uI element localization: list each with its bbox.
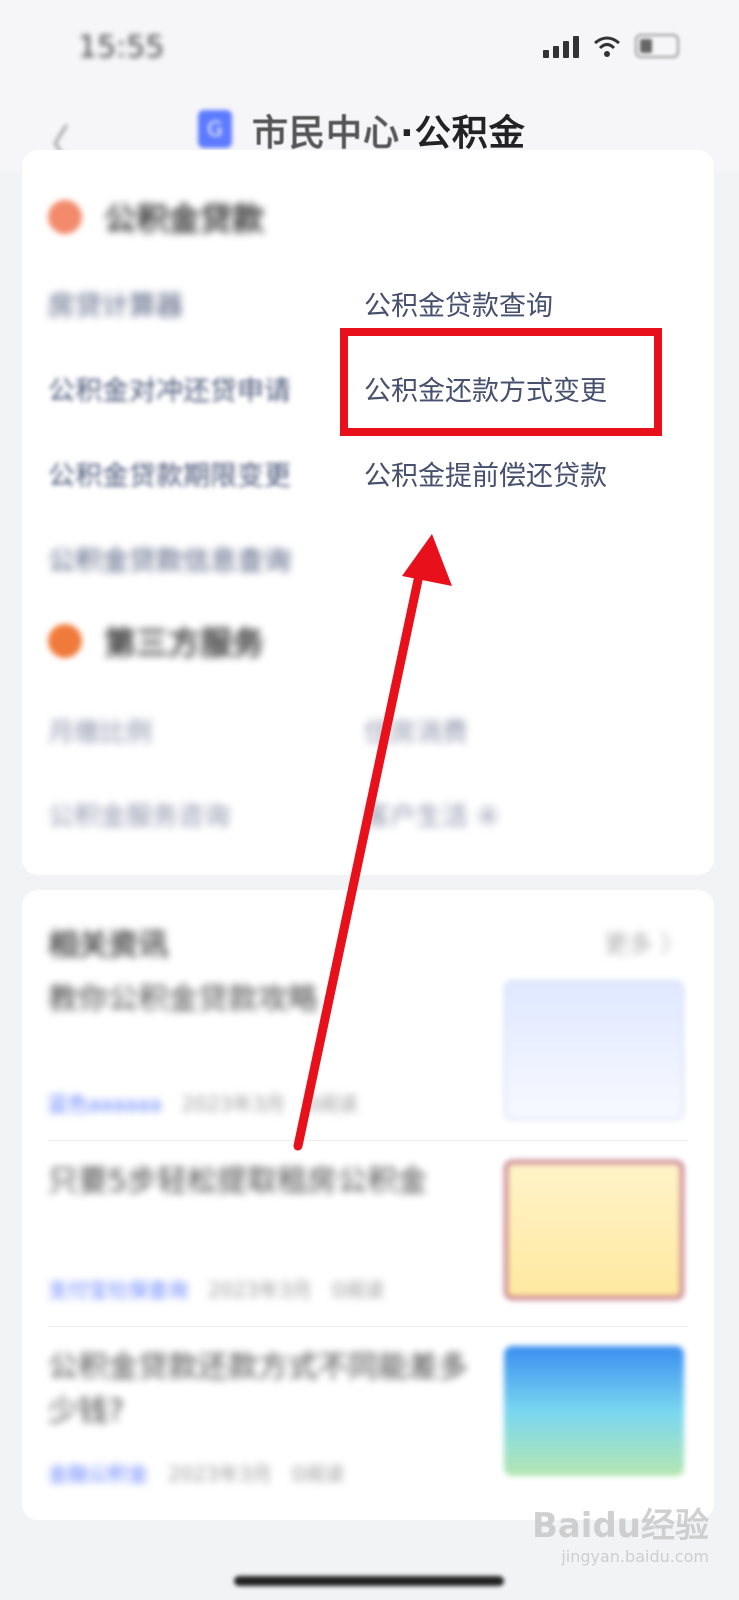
watermark-brand: Baidu经验: [531, 1506, 709, 1546]
baidu-watermark: Baidu经验 jingyan.baidu.com: [532, 1498, 709, 1566]
annotation-arrow-icon: [293, 534, 452, 1151]
home-indicator[interactable]: [234, 1576, 504, 1586]
watermark-url: jingyan.baidu.com: [561, 1547, 709, 1566]
